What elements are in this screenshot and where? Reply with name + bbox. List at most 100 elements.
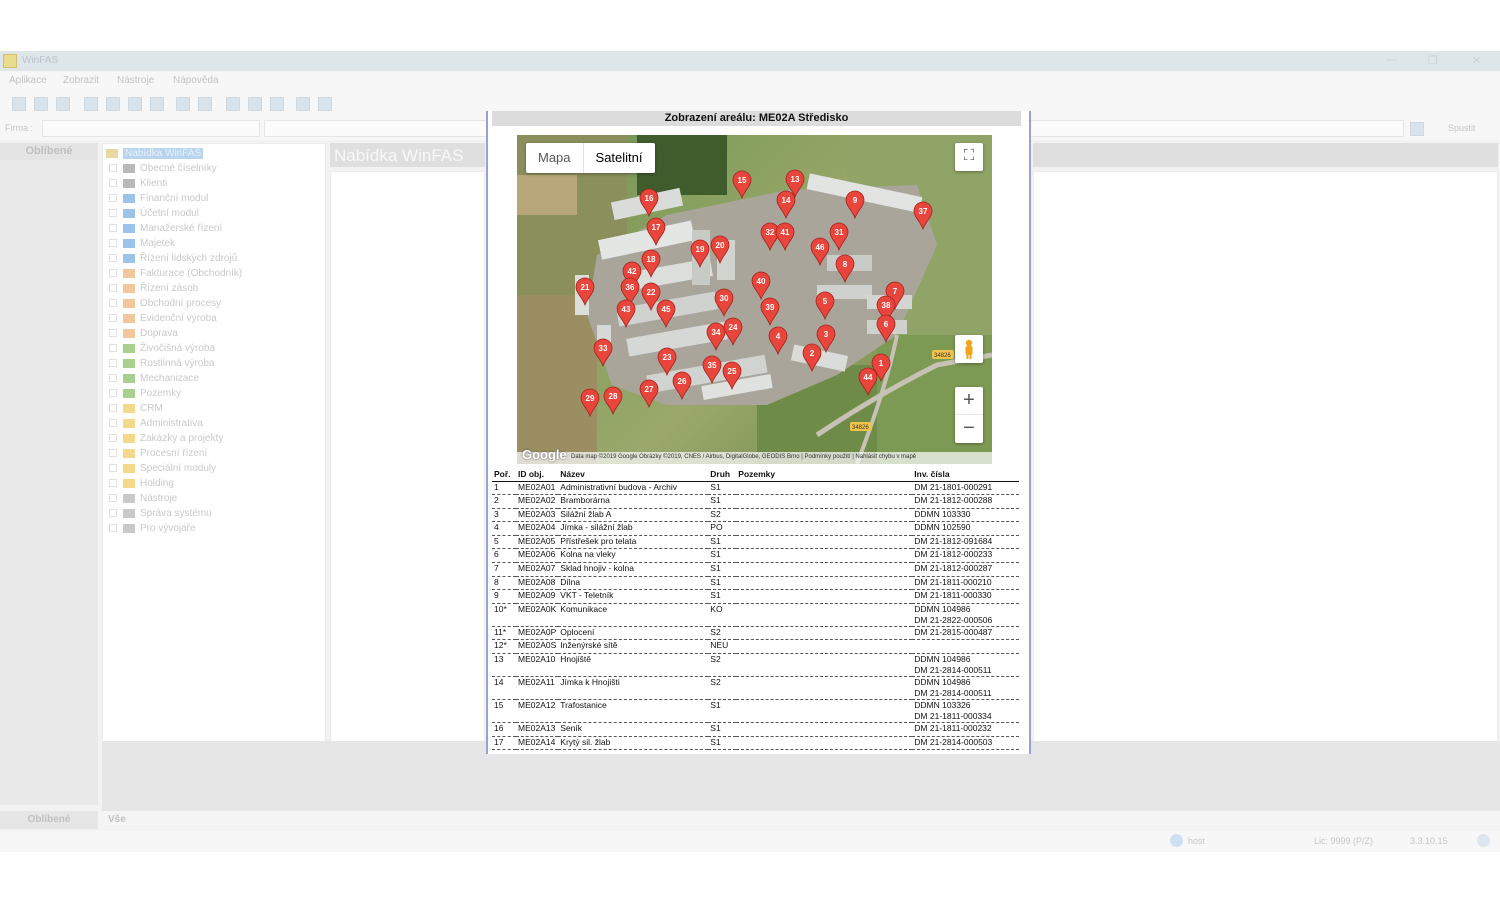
tree-item[interactable]: Holding xyxy=(109,478,174,493)
tree-item[interactable]: Obchodní procesy xyxy=(109,298,221,313)
tree-item[interactable]: Majetek xyxy=(109,238,175,253)
fullscreen-icon[interactable]: ⛶ xyxy=(955,143,983,171)
table-row[interactable]: 8 ME02A08 Dílna S1 DM 21-1811-000210 xyxy=(492,576,1019,591)
help-icon[interactable] xyxy=(318,97,332,111)
zoom-in-button[interactable]: + xyxy=(955,387,983,415)
tree-item[interactable]: CRM xyxy=(109,403,163,418)
expand-icon[interactable] xyxy=(109,524,117,533)
table-row[interactable]: 12* ME02A0S Inženýrské sítě NEU xyxy=(492,639,1019,655)
expand-icon[interactable] xyxy=(109,449,117,458)
menu-zobrazit[interactable]: Zobrazit xyxy=(63,75,99,86)
tree-item[interactable]: Evidenční výroba xyxy=(109,313,217,328)
table-row[interactable]: 1 ME02A01 Administrativní budova - Archiv S… xyxy=(492,481,1019,496)
tree-item[interactable]: Obecné číselníky xyxy=(109,163,217,178)
tree-item[interactable]: Klienti xyxy=(109,178,167,193)
tab-all[interactable]: Vše xyxy=(108,814,126,825)
map-marker[interactable]: 28 xyxy=(603,386,623,416)
tools-icon[interactable] xyxy=(248,97,262,111)
run-button[interactable]: Spustit xyxy=(1448,123,1476,133)
tree-item[interactable]: Administrativa xyxy=(109,418,203,433)
table-row[interactable]: 15 ME02A12 Trafostanice S1 DDMN 103326 DM 21-… xyxy=(492,699,1019,724)
export-icon[interactable] xyxy=(226,97,240,111)
map-marker[interactable]: 27 xyxy=(639,379,659,409)
expand-icon[interactable] xyxy=(109,359,117,368)
tree-item[interactable]: Mechanizace xyxy=(109,373,199,388)
tree-item[interactable]: Rostlinná výroba xyxy=(109,358,214,373)
restore-icon[interactable]: ❐ xyxy=(1428,54,1438,67)
map-attribution[interactable]: Data map ©2019 Google Obrázky ©2019, CNE… xyxy=(517,452,992,464)
table-row[interactable]: 17 ME02A14 Krytý sil. žlab S1 DM 21-2814-000… xyxy=(492,736,1019,751)
expand-icon[interactable] xyxy=(109,374,117,383)
expand-icon[interactable] xyxy=(109,239,117,248)
firma-input[interactable] xyxy=(42,120,260,137)
tree-item[interactable]: Řízení zásob xyxy=(109,283,198,298)
tree-item[interactable]: Speciální moduly xyxy=(109,463,216,478)
expand-icon[interactable] xyxy=(109,299,117,308)
tree-root[interactable]: Nabídka WinFAS xyxy=(106,148,204,163)
pegman-icon[interactable] xyxy=(955,335,983,363)
expand-icon[interactable] xyxy=(109,479,117,488)
tree-item[interactable]: Doprava xyxy=(109,328,178,343)
map-type-satellite[interactable]: Satelitní xyxy=(582,143,655,173)
expand-icon[interactable] xyxy=(109,419,117,428)
info-icon[interactable] xyxy=(1477,834,1490,847)
expand-icon[interactable] xyxy=(109,224,117,233)
tree-item[interactable]: Správa systému xyxy=(109,508,212,523)
minimize-icon[interactable]: — xyxy=(1386,54,1397,66)
tree-item[interactable]: Fakturace (Obchodník) xyxy=(109,268,242,283)
table-row[interactable]: 10* ME02A0K Komunikace KO DDMN 104986 DM 21-2… xyxy=(492,603,1019,627)
copy-icon[interactable] xyxy=(106,97,120,111)
back-icon[interactable] xyxy=(84,97,98,111)
tree-item[interactable]: Finanční modul xyxy=(109,193,208,208)
map-marker[interactable]: 15 xyxy=(732,170,752,200)
menu-nastroje[interactable]: Nástroje xyxy=(117,75,154,86)
expand-icon[interactable] xyxy=(109,314,117,323)
tab-favorites[interactable]: Oblíbené xyxy=(0,811,98,829)
table-row[interactable]: 14 ME02A11 Jímka k Hnojišti S2 DDMN 104986 DM… xyxy=(492,676,1019,701)
tree-item[interactable]: Pozemky xyxy=(109,388,181,403)
satellite-map[interactable]: 34826 34826 15 13 16 14 9 37 17 32 41 31 18 19 20 46 8… xyxy=(517,135,992,464)
refresh-icon[interactable] xyxy=(128,97,142,111)
expand-icon[interactable] xyxy=(109,269,117,278)
run-icon[interactable] xyxy=(1410,122,1424,136)
table-row[interactable]: 4 ME02A04 Jímka - silážní žlab PO DDMN 10259… xyxy=(492,521,1019,536)
expand-icon[interactable] xyxy=(109,179,117,188)
expand-icon[interactable] xyxy=(109,389,117,398)
expand-icon[interactable] xyxy=(109,509,117,518)
settings-icon[interactable] xyxy=(270,97,284,111)
menu-napoveda[interactable]: Nápověda xyxy=(173,75,219,86)
tree-item[interactable]: Procesní řízení xyxy=(109,448,207,463)
view-icon[interactable] xyxy=(34,97,48,111)
expand-icon[interactable] xyxy=(109,209,117,218)
view-icon[interactable] xyxy=(56,97,70,111)
view-icon[interactable] xyxy=(12,97,26,111)
expand-icon[interactable] xyxy=(109,329,117,338)
expand-icon[interactable] xyxy=(109,194,117,203)
table-row[interactable]: 2 ME02A02 Bramborárna S1 DM 21-1812-000288 xyxy=(492,494,1019,509)
expand-icon[interactable] xyxy=(109,344,117,353)
tree-item[interactable]: Účetní modul xyxy=(109,208,199,223)
table-row[interactable]: 11* ME02A0P Oplocení S2 DM 21-2815-000487 xyxy=(492,626,1019,641)
close-icon[interactable]: ✕ xyxy=(1472,54,1481,67)
expand-icon[interactable] xyxy=(109,404,117,413)
expand-icon[interactable] xyxy=(109,494,117,503)
map-type-map[interactable]: Mapa xyxy=(526,143,583,173)
tree-item[interactable]: Živočišná výroba xyxy=(109,343,215,358)
tree-item[interactable]: Zakázky a projekty xyxy=(109,433,223,448)
filter-icon[interactable] xyxy=(176,97,190,111)
zoom-out-button[interactable]: − xyxy=(955,415,983,443)
monitor-icon[interactable] xyxy=(296,97,310,111)
expand-icon[interactable] xyxy=(109,164,117,173)
table-row[interactable]: 3 ME02A03 Silážní žlab A S2 DDMN 103330 xyxy=(492,508,1019,523)
tree-item[interactable]: Pro vývojáře xyxy=(109,523,196,538)
tree-item[interactable]: Manažerské řízení xyxy=(109,223,222,238)
tree-item[interactable]: Řízení lidských zdrojů xyxy=(109,253,237,268)
expand-icon[interactable] xyxy=(109,254,117,263)
tree-item[interactable]: Nástroje xyxy=(109,493,177,508)
up-icon[interactable] xyxy=(150,97,164,111)
table-row[interactable]: 5 ME02A05 Přístřešek pro telata S1 DM 21-181… xyxy=(492,535,1019,550)
expand-icon[interactable] xyxy=(109,284,117,293)
table-row[interactable]: 9 ME02A09 VKT - Teletník S1 DM 21-1811-00033… xyxy=(492,589,1019,604)
table-row[interactable]: 6 ME02A06 Kolna na vleky S1 DM 21-1812-00023… xyxy=(492,548,1019,564)
table-row[interactable]: 16 ME02A13 Seník S1 DM 21-1811-000232 xyxy=(492,722,1019,737)
